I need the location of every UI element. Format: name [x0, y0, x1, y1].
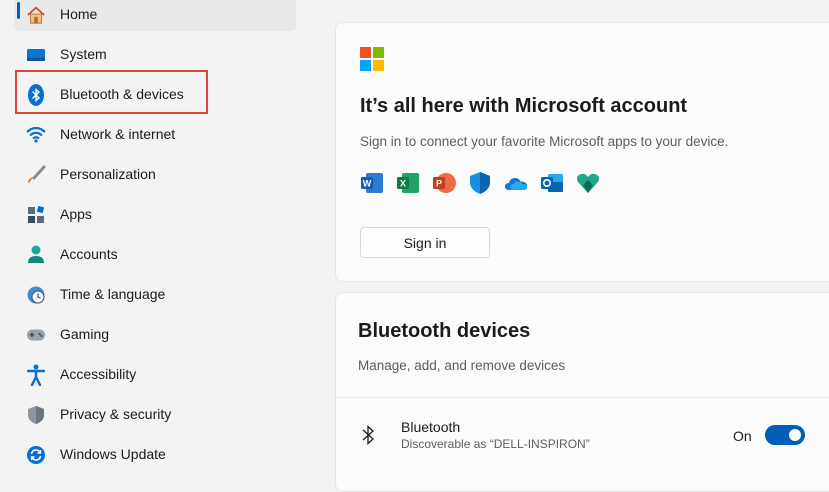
sidebar-item-home[interactable]: Home — [14, 0, 296, 31]
sidebar-item-gaming[interactable]: Gaming — [14, 317, 296, 351]
family-safety-icon — [576, 171, 600, 195]
apps-icon — [26, 205, 46, 225]
sidebar-item-label: Bluetooth & devices — [60, 86, 184, 102]
excel-icon: X — [396, 171, 420, 195]
bluetooth-icon — [26, 84, 46, 106]
svg-text:P: P — [436, 179, 442, 189]
bluetooth-symbol-icon — [361, 424, 375, 446]
sidebar-item-label: Network & internet — [60, 126, 176, 142]
sidebar-item-apps[interactable]: Apps — [14, 197, 296, 231]
sidebar-item-system[interactable]: System — [14, 37, 296, 71]
sidebar-item-label: Windows Update — [60, 446, 166, 462]
sidebar-item-personalization[interactable]: Personalization — [14, 157, 296, 191]
defender-icon — [468, 171, 492, 195]
microsoft-account-subtitle: Sign in to connect your favorite Microso… — [360, 134, 729, 149]
bluetooth-devices-title: Bluetooth devices — [358, 320, 531, 342]
sidebar-nav: Home System Bluetooth & devices Network … — [0, 0, 310, 466]
bluetooth-toggle[interactable] — [765, 425, 805, 445]
svg-text:X: X — [400, 179, 406, 189]
home-icon — [26, 5, 46, 25]
bluetooth-row-label: Bluetooth — [401, 419, 461, 435]
onedrive-icon — [504, 171, 528, 195]
update-icon — [26, 445, 46, 465]
sidebar-item-label: Home — [60, 6, 98, 22]
microsoft-logo-icon — [360, 47, 384, 71]
brush-icon — [26, 165, 46, 185]
bluetooth-devices-subtitle: Manage, add, and remove devices — [358, 358, 566, 373]
sign-in-button[interactable]: Sign in — [360, 227, 490, 258]
divider — [336, 397, 829, 398]
sidebar-item-label: Time & language — [60, 286, 166, 302]
sidebar-item-label: Privacy & security — [60, 406, 172, 422]
sidebar-item-label: System — [60, 46, 107, 62]
sidebar-item-privacy[interactable]: Privacy & security — [14, 397, 296, 431]
sidebar-item-bluetooth[interactable]: Bluetooth & devices — [14, 77, 296, 111]
bluetooth-devices-card: Bluetooth devices Manage, add, and remov… — [335, 292, 829, 492]
sidebar-item-label: Apps — [60, 206, 92, 222]
bluetooth-row-description: Discoverable as “DELL-INSPIRON” — [401, 437, 590, 451]
shield-icon — [26, 405, 46, 425]
sidebar-item-time-language[interactable]: Time & language — [14, 277, 296, 311]
word-icon: W — [360, 171, 384, 195]
person-icon — [26, 245, 46, 265]
gamepad-icon — [26, 325, 46, 345]
selection-indicator — [17, 2, 20, 19]
microsoft-account-card: It’s all here with Microsoft account Sig… — [335, 22, 829, 282]
powerpoint-icon: P — [432, 171, 456, 195]
sidebar-item-network[interactable]: Network & internet — [14, 117, 296, 151]
sidebar-item-accounts[interactable]: Accounts — [14, 237, 296, 271]
bluetooth-state-label: On — [733, 428, 752, 444]
svg-text:W: W — [363, 179, 372, 189]
microsoft-account-title: It’s all here with Microsoft account — [360, 95, 688, 117]
sidebar-item-label: Gaming — [60, 326, 110, 342]
outlook-icon — [540, 171, 564, 195]
accessibility-icon — [26, 364, 46, 386]
system-icon — [26, 45, 46, 65]
sidebar-item-accessibility[interactable]: Accessibility — [14, 357, 296, 391]
toggle-knob — [789, 429, 801, 441]
sidebar-item-label: Accessibility — [60, 366, 137, 382]
clock-globe-icon — [26, 285, 46, 305]
sidebar-item-label: Accounts — [60, 246, 118, 262]
wifi-icon — [26, 125, 46, 145]
sidebar-item-label: Personalization — [60, 166, 156, 182]
